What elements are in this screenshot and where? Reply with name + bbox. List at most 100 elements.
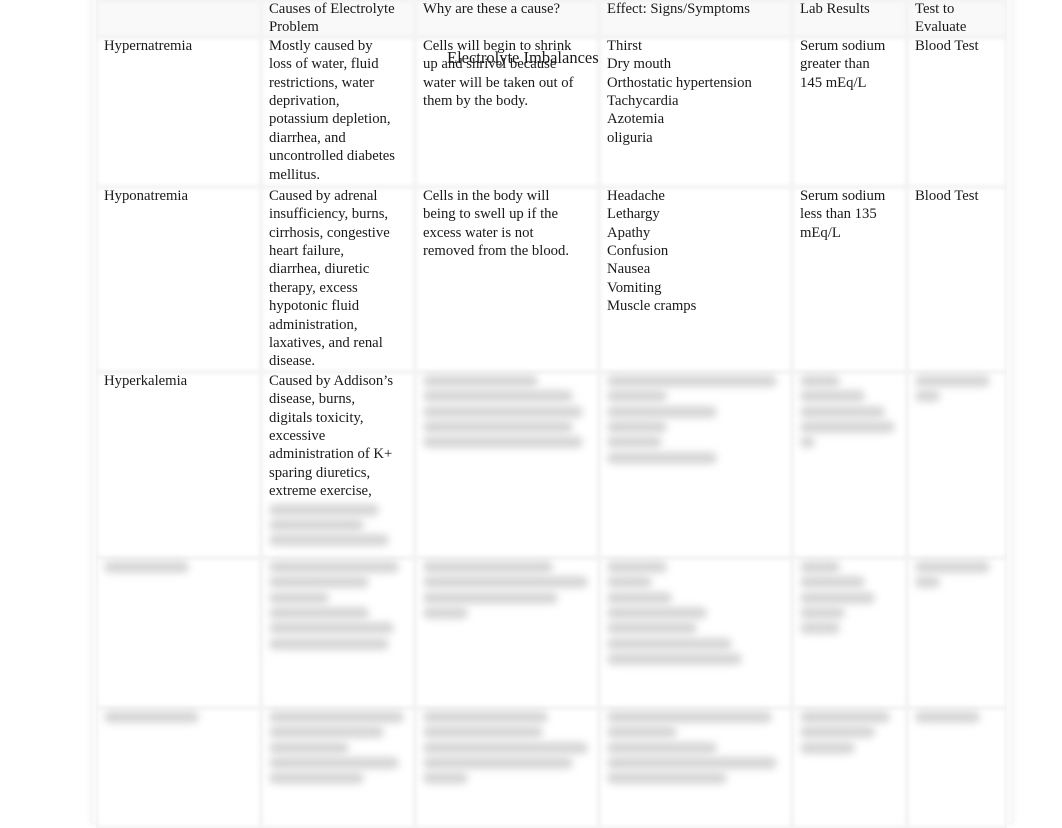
why-cell: Cells in the body will being to swell up … — [415, 186, 599, 372]
lab-results-cell: Serum sodium greater than 145 mEq/L — [792, 36, 907, 187]
cell-text-line: laxatives, and renal — [269, 335, 383, 352]
cell-text-line: administration, — [269, 316, 358, 333]
blurred-content — [423, 710, 599, 785]
table-header-row: Causes of Electrolyte Problem Why are th… — [96, 0, 1007, 37]
causes-cell: Caused by Addison’s disease, burns, digita… — [261, 371, 415, 558]
effects-cell-blurred — [599, 371, 792, 558]
cell-text-line: Vomiting — [607, 279, 662, 296]
condition-cell-blurred — [96, 557, 261, 708]
cell-text-line: Lethargy — [607, 206, 660, 223]
effects-cell-blurred — [599, 707, 792, 828]
blurred-content — [607, 710, 792, 785]
header-why: Why are these a cause? — [415, 0, 599, 37]
cell-text-line: sparing diuretics, — [269, 464, 371, 481]
cell-text-line: extreme exercise, — [269, 483, 372, 500]
causes-cell: Mostly caused by loss of water, fluid rest… — [261, 36, 415, 187]
test-cell-blurred — [907, 707, 1007, 828]
document-title: Electrolyte Imbalances — [447, 48, 599, 67]
causes-cell: Caused by adrenal insufficiency, burns, ci… — [261, 186, 415, 372]
cell-text-line: Muscle cramps — [607, 298, 697, 315]
cell-text-line: Nausea — [607, 261, 651, 278]
cell-text-line: Caused by Addison’s — [269, 372, 394, 389]
header-causes: Causes of Electrolyte Problem — [261, 0, 415, 37]
table-row — [96, 557, 1007, 708]
blurred-content — [269, 560, 415, 650]
test-cell-blurred — [907, 371, 1007, 558]
blurred-content — [269, 710, 415, 785]
cell-text-line: oliguria — [607, 129, 653, 146]
cell-text-line: Mostly caused by — [269, 37, 373, 54]
header-condition — [96, 0, 261, 37]
cell-text-line: disease, burns, — [269, 391, 356, 408]
condition-cell: Hypernatremia — [96, 36, 261, 187]
cell-text-line: digitals toxicity, — [269, 409, 364, 426]
cell-text-line: Dry mouth — [607, 56, 672, 73]
test-cell: Blood Test — [907, 36, 1007, 187]
cell-text-line: Serum sodium — [800, 187, 886, 204]
condition-cell-blurred — [96, 707, 261, 828]
effects-cell-blurred — [599, 557, 792, 708]
cell-text-line: hypotonic fluid — [269, 298, 360, 315]
cell-text-line: disease. — [269, 353, 316, 370]
cell-text-line: water will be taken out of — [423, 74, 574, 91]
blurred-content — [800, 710, 907, 754]
table-row: Hyperkalemia Caused by Addison’s disease,… — [96, 371, 1007, 558]
cell-text-line: diarrhea, diuretic — [269, 261, 370, 278]
blurred-content — [423, 374, 599, 449]
cell-text-line: Serum sodium — [800, 37, 886, 54]
electrolyte-table: Causes of Electrolyte Problem Why are th… — [96, 0, 1007, 828]
cell-text-line: cirrhosis, congestive — [269, 224, 390, 241]
cell-text-line: administration of K+ — [269, 446, 393, 463]
header-lab-results: Lab Results — [792, 0, 907, 37]
condition-cell: Hyperkalemia — [96, 371, 261, 558]
cell-text-line: restrictions, water — [269, 74, 375, 91]
blurred-content — [269, 503, 415, 547]
cell-text-line: greater than — [800, 56, 870, 73]
cell-text-line: mEq/L — [800, 224, 841, 241]
test-cell: Blood Test — [907, 186, 1007, 372]
cell-text-line: potassium depletion, — [269, 111, 391, 128]
lab-results-cell-blurred — [792, 707, 907, 828]
cell-text-line: being to swell up if the — [423, 206, 559, 223]
cell-text-line: Orthostatic hypertension — [607, 74, 752, 91]
cell-text-line: them by the body. — [423, 93, 529, 110]
why-cell-blurred — [415, 557, 599, 708]
cell-text-line: Tachycardia — [607, 93, 679, 110]
lab-results-cell: Serum sodium less than 135 mEq/L — [792, 186, 907, 372]
cell-text-line: 145 mEq/L — [800, 74, 867, 91]
cell-text-line: excess water is not — [423, 224, 534, 241]
cell-text-line: Cells in the body will — [423, 187, 550, 204]
cell-text-line: diarrhea, and — [269, 129, 346, 146]
why-cell-blurred — [415, 371, 599, 558]
blurred-content — [104, 710, 261, 723]
blurred-content — [423, 560, 599, 619]
blurred-content — [607, 374, 792, 464]
blurred-content — [915, 710, 1007, 723]
causes-cell-blurred — [261, 557, 415, 708]
cell-text-line: Apathy — [607, 224, 651, 241]
blurred-content — [915, 560, 1007, 589]
cell-text-line: heart failure, — [269, 243, 345, 260]
test-cell-blurred — [907, 557, 1007, 708]
lab-results-cell-blurred — [792, 371, 907, 558]
blurred-content — [607, 560, 792, 666]
why-cell-blurred — [415, 707, 599, 828]
cell-text-line: removed from the blood. — [423, 243, 570, 260]
effects-cell: Headache Lethargy Apathy Confusion Nausea Vom… — [599, 186, 792, 372]
cell-text-line: less than 135 — [800, 206, 877, 223]
cell-text-line: deprivation, — [269, 93, 340, 110]
header-test: Test to Evaluate — [907, 0, 1007, 37]
cell-text-line: Azotemia — [607, 111, 665, 128]
table-row — [96, 707, 1007, 828]
lab-results-cell-blurred — [792, 557, 907, 708]
cell-text-line: insufficiency, burns, — [269, 206, 389, 223]
table-row: Hyponatremia Caused by adrenal insufficie… — [96, 186, 1007, 372]
causes-cell-blurred — [261, 707, 415, 828]
blurred-content — [800, 374, 907, 449]
cell-text-line: therapy, excess — [269, 279, 358, 296]
cell-text-line: Caused by adrenal — [269, 187, 378, 204]
causes-visible-text: Caused by Addison’s disease, burns, digita… — [269, 372, 415, 501]
blurred-content — [104, 560, 261, 573]
cell-text-line: Headache — [607, 187, 665, 204]
cell-text-line: loss of water, fluid — [269, 56, 379, 73]
